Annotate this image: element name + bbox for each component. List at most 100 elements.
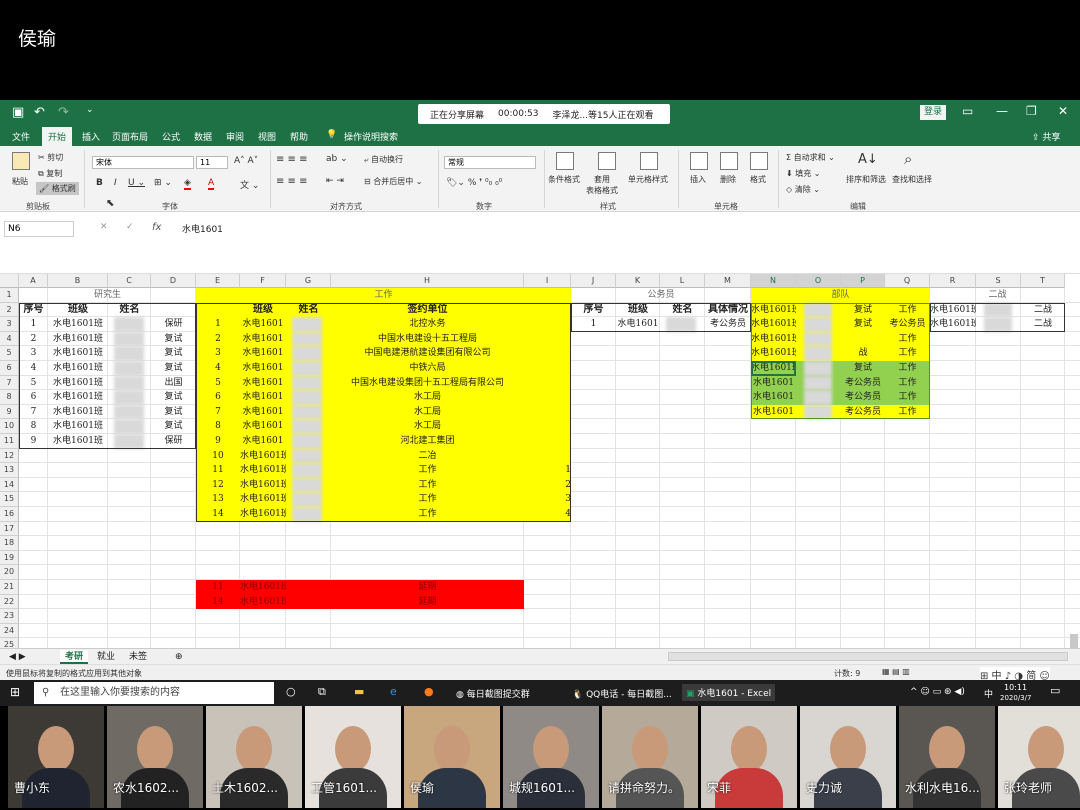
conditional-format-icon[interactable]	[556, 152, 574, 170]
participant-video-tile[interactable]: 工管1601...	[305, 706, 401, 808]
participant-video-tile[interactable]: 请拼命努力。	[602, 706, 698, 808]
delayed-row-name-redacted[interactable]	[286, 594, 331, 610]
delete-cells-label[interactable]: 删除	[720, 174, 736, 185]
fill-color-icon[interactable]: ◈	[184, 178, 191, 190]
column-header[interactable]: M	[705, 274, 751, 288]
taskbar-app-excel[interactable]: ▣ 水电1601 - Excel	[682, 684, 776, 701]
tab-formulas[interactable]: 公式	[162, 130, 180, 143]
row-header[interactable]: 1	[0, 288, 19, 303]
column-header[interactable]: E	[196, 274, 240, 288]
ime-indicator[interactable]: 中	[984, 687, 993, 700]
italic-icon[interactable]: I	[114, 178, 117, 188]
tab-home[interactable]: 开始	[42, 127, 73, 146]
tab-data[interactable]: 数据	[194, 130, 212, 143]
fill-button[interactable]: ⬇ 填充 ⌄	[786, 168, 821, 179]
column-header[interactable]: N	[751, 274, 796, 288]
row-header[interactable]: 18	[0, 536, 19, 551]
delayed-row-unit[interactable]: 延期	[331, 580, 524, 595]
row-header[interactable]: 12	[0, 448, 19, 464]
redo-icon[interactable]: ↷	[58, 105, 69, 120]
column-header[interactable]: R	[930, 274, 976, 288]
paste-label[interactable]: 粘贴	[12, 176, 28, 187]
merge-center-button[interactable]: ⊟ 合并后居中 ⌄	[364, 176, 423, 187]
row-header[interactable]: 14	[0, 477, 19, 493]
row-header[interactable]: 24	[0, 623, 19, 639]
delayed-row-unit[interactable]: 延期	[331, 594, 524, 610]
column-header[interactable]: K	[616, 274, 660, 288]
find-select-icon[interactable]: ⌕	[904, 150, 912, 168]
autosum-button[interactable]: Σ 自动求和 ⌄	[786, 152, 835, 163]
section-work-title[interactable]: 工作	[196, 288, 571, 303]
orientation-icon[interactable]: ab ⌄	[326, 154, 348, 164]
participant-video-tile[interactable]: 城规1601...	[503, 706, 599, 808]
conditional-format-label[interactable]: 条件格式	[548, 174, 580, 185]
column-header[interactable]: B	[48, 274, 108, 288]
tab-insert[interactable]: 插入	[82, 130, 100, 143]
file-explorer-icon[interactable]: ▬	[354, 685, 364, 698]
column-header[interactable]: O	[796, 274, 841, 288]
section-army-title[interactable]: 部队	[751, 288, 930, 303]
column-header[interactable]: C	[108, 274, 151, 288]
delayed-row-no[interactable]: 14	[196, 594, 240, 610]
edge-icon[interactable]: e	[390, 685, 397, 698]
font-name-select[interactable]: 宋体	[92, 156, 194, 169]
column-header[interactable]: Q	[885, 274, 930, 288]
add-sheet-icon[interactable]: ⊕	[170, 650, 188, 664]
insert-cells-icon[interactable]	[690, 152, 708, 170]
cut-button[interactable]: ✂ 剪切	[38, 152, 63, 163]
customize-icon[interactable]: ⌄	[86, 105, 94, 115]
participant-video-tile[interactable]: 土木1602...	[206, 706, 302, 808]
underline-icon[interactable]: U ⌄	[128, 178, 145, 188]
clock-date[interactable]: 2020/3/7	[1000, 694, 1031, 702]
format-table-label[interactable]: 套用 表格格式	[586, 174, 618, 196]
wrap-text-button[interactable]: ⤶ 自动换行	[364, 154, 403, 165]
close-icon[interactable]: ✕	[1058, 104, 1068, 118]
row-header[interactable]: 3	[0, 317, 19, 332]
cortana-icon[interactable]: ○	[286, 685, 296, 698]
font-size-select[interactable]: 11	[196, 156, 228, 169]
row-header[interactable]: 13	[0, 463, 19, 478]
minimize-icon[interactable]: —	[996, 104, 1008, 118]
taskbar-search[interactable]: ⚲ 在这里输入你要搜索的内容	[34, 682, 274, 704]
cell-styles-icon[interactable]	[640, 152, 658, 170]
save-icon[interactable]: ▣	[12, 105, 24, 120]
number-format-select[interactable]: 常规	[444, 156, 536, 169]
column-header[interactable]: J	[571, 274, 616, 288]
column-header[interactable]: L	[660, 274, 705, 288]
row-header[interactable]: 2	[0, 302, 19, 318]
border-icon[interactable]: ⊞ ⌄	[154, 178, 172, 188]
name-box[interactable]: N6	[4, 221, 74, 237]
find-select-label[interactable]: 查找和选择	[892, 174, 932, 185]
ribbon-display-icon[interactable]: ▭	[962, 104, 973, 118]
delayed-row-no[interactable]: 11	[196, 580, 240, 595]
row-header[interactable]: 19	[0, 550, 19, 566]
row-header[interactable]: 20	[0, 565, 19, 580]
align-left-icon[interactable]: ≡ ≡ ≡	[276, 176, 308, 187]
sheet-tab-weiqian[interactable]: 未签	[124, 650, 152, 664]
taskbar-app-qq-call[interactable]: 🐧 QQ电话 - 每日截图...	[572, 687, 672, 700]
row-header[interactable]: 15	[0, 492, 19, 507]
column-header[interactable]: F	[240, 274, 286, 288]
row-header[interactable]: 22	[0, 594, 19, 610]
row-header[interactable]: 4	[0, 331, 19, 347]
participant-video-tile[interactable]: 水利水电16...	[899, 706, 995, 808]
horizontal-scrollbar[interactable]	[668, 652, 1068, 661]
column-header[interactable]: S	[976, 274, 1021, 288]
participant-video-tile[interactable]: 张玲老师	[998, 706, 1080, 808]
format-cells-icon[interactable]	[750, 152, 768, 170]
indent-icon[interactable]: ⇤ ⇥	[326, 176, 344, 186]
participant-video-tile[interactable]: 宋菲	[701, 706, 797, 808]
row-header[interactable]: 17	[0, 521, 19, 537]
delayed-row-name-redacted[interactable]	[286, 580, 331, 595]
row-header[interactable]: 7	[0, 375, 19, 391]
restore-icon[interactable]: ❐	[1026, 104, 1037, 118]
bold-icon[interactable]: B	[96, 178, 103, 188]
participant-video-tile[interactable]: 侯瑜	[404, 706, 500, 808]
phonetic-icon[interactable]: 文 ⌄	[240, 178, 259, 191]
vertical-scrollbar[interactable]	[1070, 634, 1078, 648]
row-header[interactable]: 16	[0, 507, 19, 522]
row-header[interactable]: 11	[0, 434, 19, 449]
align-top-icon[interactable]: ≡ ≡ ≡	[276, 154, 308, 165]
task-view-icon[interactable]: ⧉	[318, 685, 326, 699]
grow-font-icon[interactable]: A˄ A˅	[234, 156, 258, 166]
